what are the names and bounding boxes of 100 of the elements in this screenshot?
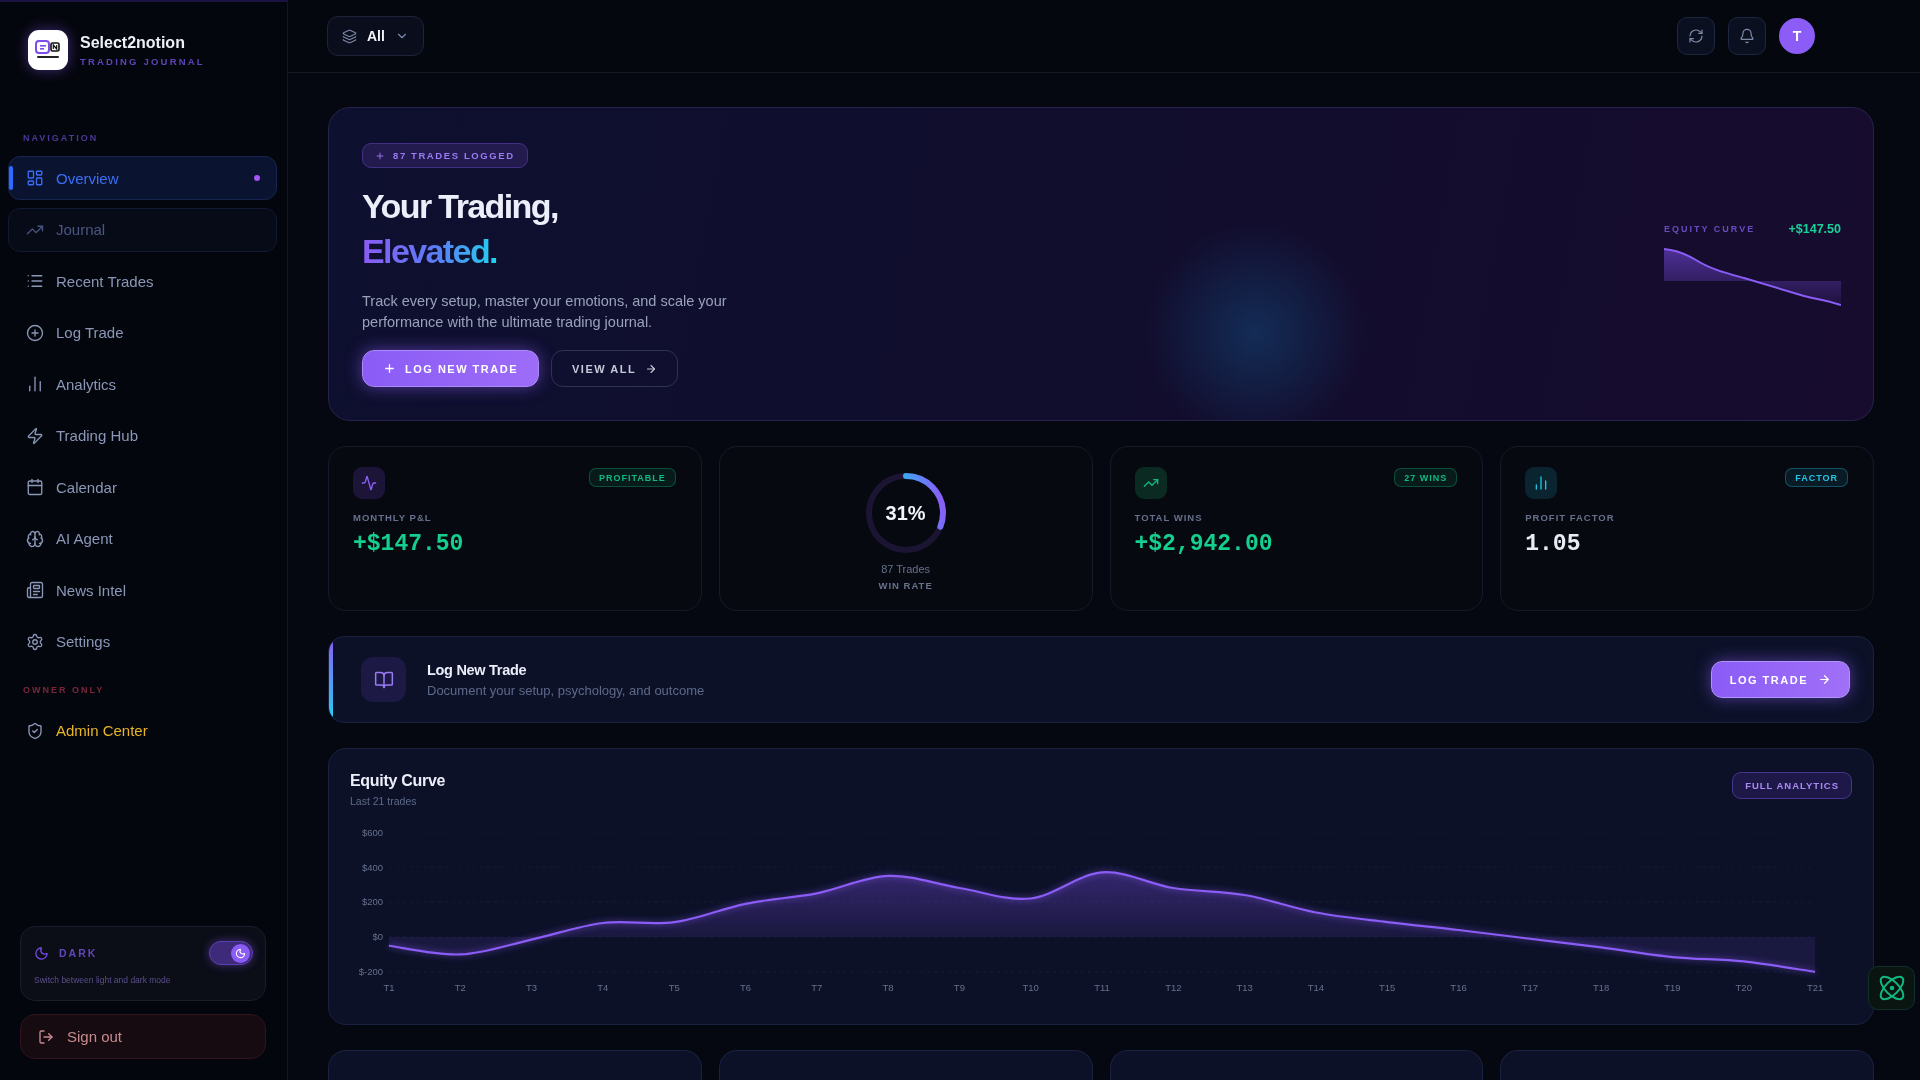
axis-label: T9 [953,981,965,993]
nav-item[interactable]: Calendar [8,465,277,509]
stat-label: TOTAL WINS [1134,512,1203,523]
bar-chart-icon [26,375,44,393]
refresh-icon [1688,28,1704,44]
axis-label: T14 [1307,981,1325,993]
bell-icon [1739,28,1755,44]
stat-badge: 27 WINS [1394,468,1458,487]
dashboard-icon [26,169,44,187]
ring-percent: 31% [885,501,926,525]
stat-value: +$2,942.00 [1134,530,1273,559]
layers-icon [342,28,357,44]
banner-subtitle: Document your setup, psychology, and outcome [427,682,705,698]
stat-value: 1.05 [1525,530,1581,559]
nav-item[interactable]: Admin Center [8,708,277,753]
refresh-button[interactable] [1677,17,1715,55]
nav-item[interactable]: Recent Trades [8,259,277,303]
trend-up-icon [1134,467,1167,499]
moon-icon [34,945,49,961]
stat-label: WIN RATE [878,580,933,591]
stat-badge: FACTOR [1785,468,1848,487]
theme-hint: Switch between light and dark mode [34,975,171,985]
hero-title: Your Trading, [362,186,558,227]
nav-item[interactable]: Settings [8,619,277,664]
banner-title: Log New Trade [427,661,527,678]
list-icon [26,272,44,290]
axis-label: T1 [383,981,395,993]
theme-toggle[interactable] [209,941,253,965]
axis-label: $400 [361,861,383,873]
axis-label: T17 [1521,981,1538,993]
logout-icon [38,1028,54,1045]
stat-caption: 87 Trades [881,562,931,576]
moon-icon [231,943,250,963]
axis-label: T18 [1592,981,1610,993]
axis-label: T11 [1094,981,1110,993]
dot-icon [254,175,260,181]
axis-label: $600 [361,826,383,838]
brand-tagline: TRADING JOURNAL [80,55,205,67]
axis-label: $0 [372,931,383,943]
axis-label: T5 [668,981,680,993]
section-label: NAVIGATION [23,133,99,144]
axis-label: T4 [597,981,609,993]
chart-title: Equity Curve [350,772,446,790]
axis-label: T2 [454,981,466,993]
sign-out-button[interactable]: Sign out [20,1014,266,1059]
logo-icon [28,30,68,70]
log-trade-button[interactable]: LOG NEW TRADE [362,350,539,387]
bar-chart-icon [1525,467,1558,499]
equity-value: +$147.50 [1788,222,1841,236]
nav-item[interactable]: Log Trade [8,310,277,355]
axis-label: T12 [1165,981,1182,993]
axis-label: $-200 [358,966,383,978]
arrow-right-icon [645,362,658,375]
badge-text: 87 TRADES LOGGED [393,150,515,161]
filter-dropdown[interactable]: All [327,16,424,56]
nav-item[interactable]: News Intel [8,568,277,612]
view-all-button[interactable]: VIEW ALL [551,350,679,387]
full-analytics-button[interactable]: FULL ANALYTICS [1732,772,1852,799]
plus-icon [383,362,396,375]
arrow-right-icon [1818,673,1831,686]
nav-item[interactable]: AI Agent [8,516,277,561]
equity-label: EQUITY CURVE [1664,224,1756,234]
axis-label: T8 [882,981,894,993]
chart-subtitle: Last 21 trades [350,795,417,807]
assistant-button[interactable] [1868,966,1915,1010]
axis-label: T19 [1664,981,1681,993]
log-trade-button[interactable]: LOG TRADE [1710,661,1850,698]
axis-label: T10 [1022,981,1039,993]
axis-label: $200 [361,896,383,908]
plus-icon [375,150,385,161]
axis-label: T16 [1450,981,1467,993]
stat-label: PROFIT FACTOR [1525,512,1615,523]
nav-item[interactable]: Analytics [8,362,277,406]
pulse-icon [353,467,385,499]
axis-label: T7 [811,981,823,993]
notifications-button[interactable] [1728,17,1766,55]
nav-item[interactable]: Overview [8,156,277,200]
axis-label: T15 [1379,981,1396,993]
plus-circle-icon [26,323,44,342]
shield-icon [26,721,44,740]
lightning-icon [26,426,44,445]
stat-value: +$147.50 [353,530,464,559]
brand-name: Select2notion [80,33,186,52]
settings-icon [26,632,44,651]
axis-label: T21 [1806,981,1824,993]
axis-label: T3 [526,981,538,993]
brain-icon [26,529,44,548]
axis-label: T6 [739,981,751,993]
theme-label: DARK [59,947,98,959]
stat-label: MONTHLY P&L [353,512,432,523]
newspaper-icon [26,581,44,599]
calendar-icon [26,478,44,496]
section-label: OWNER ONLY [23,684,105,696]
avatar[interactable]: T [1779,18,1815,54]
axis-label: T13 [1236,981,1253,993]
nav-item[interactable]: Trading Hub [8,413,277,458]
axis-label: T20 [1735,981,1752,993]
stat-badge: PROFITABLE [588,468,676,487]
hero-description: Track every setup, master your emotions, and scale your performance with the ultimate trading journal. [362,292,728,332]
book-icon [361,657,406,702]
